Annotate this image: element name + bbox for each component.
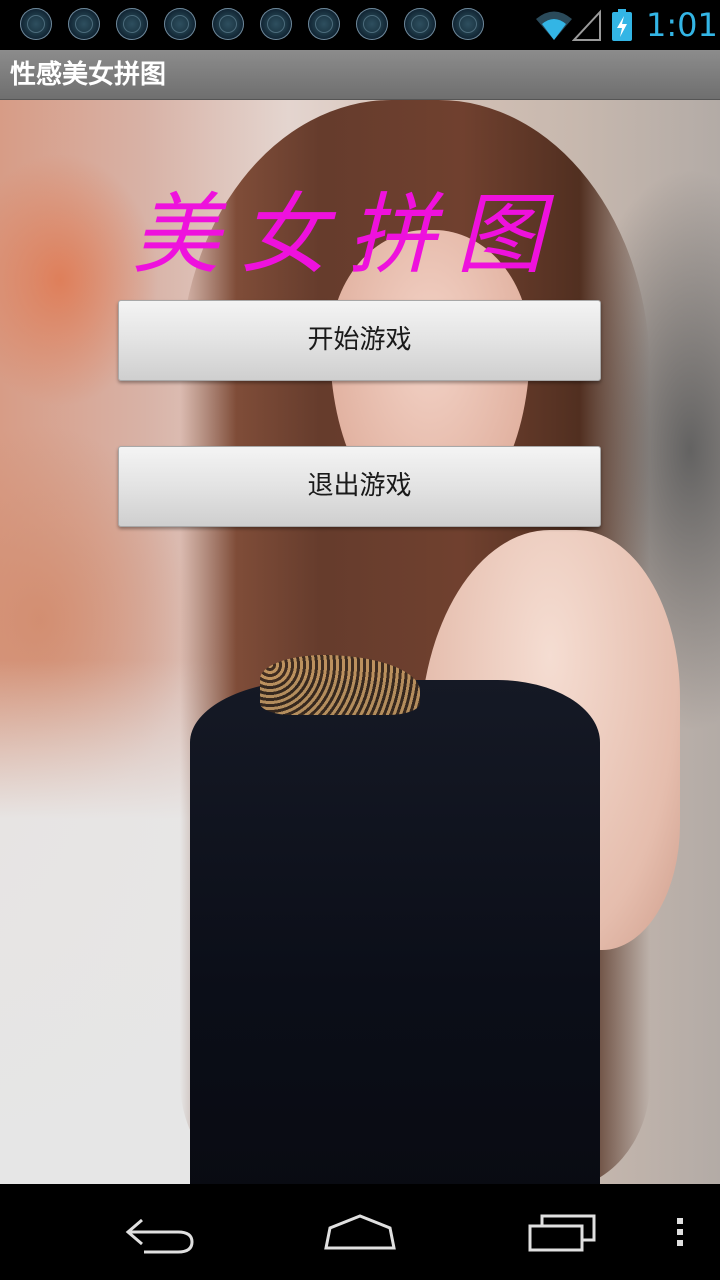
phone-screen: 1:01 性感美女拼图 美女拼图 开始游戏 退出游戏 xyxy=(0,0,720,1280)
home-icon[interactable] xyxy=(320,1210,400,1254)
app-notification-icon[interactable] xyxy=(164,8,196,40)
app-notification-icon[interactable] xyxy=(68,8,100,40)
battery-charging-icon xyxy=(612,9,632,41)
app-notification-icon[interactable] xyxy=(404,8,436,40)
background-photo: 美女拼图 开始游戏 退出游戏 xyxy=(0,100,720,1184)
app-notification-icon[interactable] xyxy=(452,8,484,40)
overflow-menu-icon[interactable] xyxy=(670,1210,690,1254)
app-title: 性感美女拼图 xyxy=(10,60,167,90)
cell-signal-icon xyxy=(572,9,601,41)
app-notification-icon[interactable] xyxy=(116,8,148,40)
app-notification-icon[interactable] xyxy=(260,8,292,40)
app-notification-icon[interactable] xyxy=(356,8,388,40)
app-notification-icon[interactable] xyxy=(212,8,244,40)
wifi-icon xyxy=(536,11,572,40)
app-notification-icon[interactable] xyxy=(20,8,52,40)
back-icon[interactable] xyxy=(120,1210,200,1254)
start-game-button[interactable]: 开始游戏 xyxy=(118,300,601,381)
status-clock: 1:01 xyxy=(646,6,718,44)
status-bar: 1:01 xyxy=(0,0,720,50)
game-title: 美女拼图 xyxy=(132,183,565,286)
navigation-bar xyxy=(0,1184,720,1280)
photo-dress-region xyxy=(190,680,600,1184)
app-title-bar: 性感美女拼图 xyxy=(0,50,720,100)
app-notification-icon[interactable] xyxy=(308,8,340,40)
exit-game-button[interactable]: 退出游戏 xyxy=(118,446,601,527)
recent-apps-icon[interactable] xyxy=(522,1210,602,1254)
